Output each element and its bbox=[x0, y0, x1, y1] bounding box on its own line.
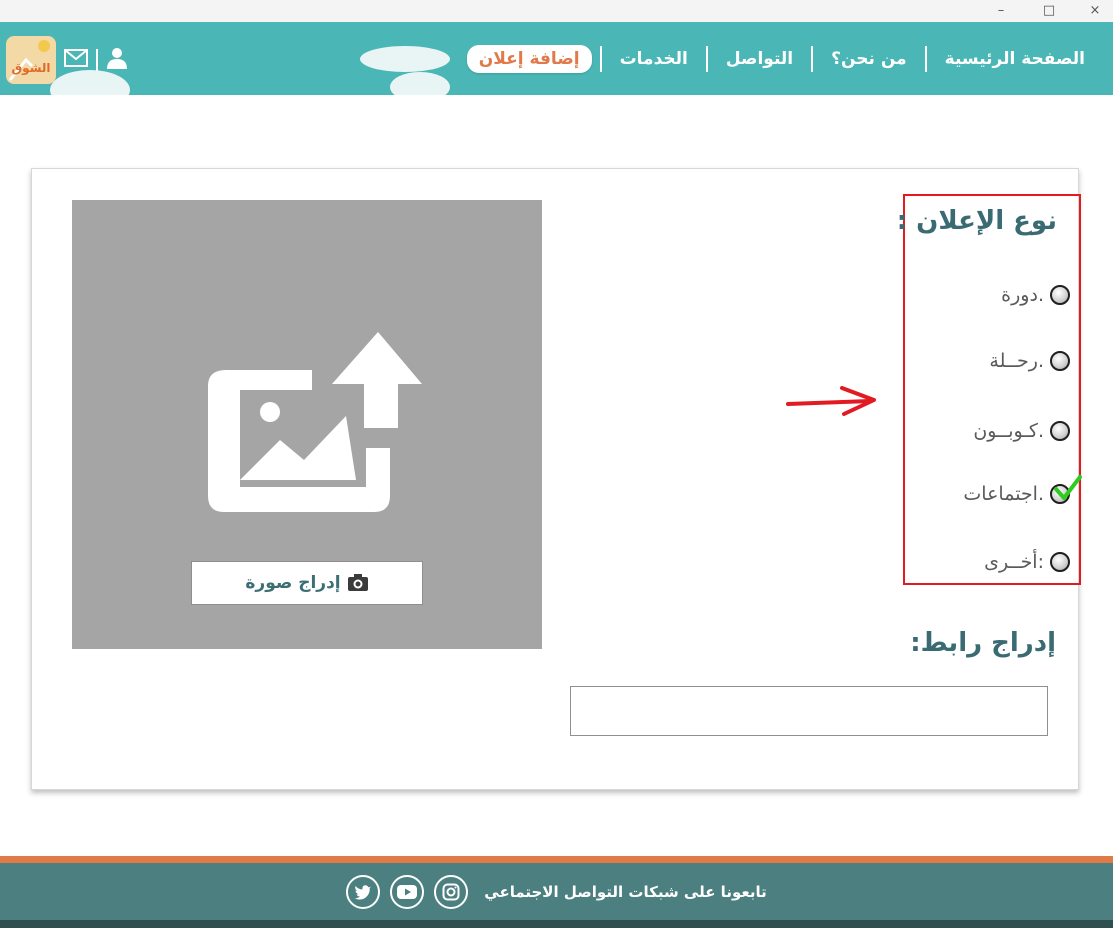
ad-type-highlight bbox=[903, 194, 1081, 585]
nav-divider bbox=[811, 46, 814, 72]
instagram-icon[interactable] bbox=[434, 874, 469, 909]
link-input[interactable] bbox=[570, 686, 1048, 736]
svg-text:الشوق: الشوق bbox=[11, 61, 50, 76]
nav-divider bbox=[924, 46, 927, 72]
header-divider bbox=[96, 49, 98, 71]
logo-graphic: الشوق bbox=[8, 40, 51, 81]
option-label: كـوبــون. bbox=[973, 420, 1044, 442]
footer-bottom-bar bbox=[0, 920, 1113, 928]
cloud-decoration bbox=[360, 46, 450, 72]
close-button[interactable]: × bbox=[1080, 0, 1110, 22]
youtube-icon[interactable] bbox=[390, 874, 425, 909]
option-label: اجتماعات. bbox=[963, 483, 1044, 505]
option-label: دورة. bbox=[1001, 284, 1044, 306]
header-actions: الشوق bbox=[6, 36, 128, 84]
footer-stripe bbox=[0, 856, 1113, 863]
option-trip[interactable]: رحــلة. bbox=[989, 346, 1070, 376]
nav-home[interactable]: الصفحة الرئيسية bbox=[935, 49, 1095, 69]
site-footer: تابعونا على شبكات التواصل الاجتماعي bbox=[0, 863, 1113, 920]
red-arrow-icon bbox=[786, 386, 876, 416]
ad-type-title: نوع الإعلان : bbox=[896, 206, 1057, 236]
minimize-button[interactable]: – bbox=[986, 0, 1016, 22]
radio-button-checked[interactable] bbox=[1050, 475, 1082, 504]
insert-image-label: إدراج صورة bbox=[245, 573, 341, 593]
radio-button[interactable] bbox=[1050, 421, 1070, 441]
nav-divider bbox=[705, 46, 708, 72]
follow-text: تابعونا على شبكات التواصل الاجتماعي bbox=[484, 882, 767, 901]
site-header: الصفحة الرئيسية من نحن؟ التواصل الخدمات … bbox=[0, 22, 1113, 95]
nav-add-ad[interactable]: إضافة إعلان bbox=[466, 45, 592, 73]
option-label: أخــرى: bbox=[984, 551, 1044, 573]
option-coupon[interactable]: كـوبــون. bbox=[973, 416, 1070, 446]
image-upload-icon bbox=[208, 332, 422, 512]
twitter-icon[interactable] bbox=[346, 874, 381, 909]
checkmark-icon bbox=[1054, 475, 1082, 500]
maximize-button[interactable]: □ bbox=[1034, 0, 1064, 22]
option-other[interactable]: أخــرى: bbox=[984, 547, 1070, 577]
insert-link-title: إدراج رابط: bbox=[910, 628, 1056, 658]
mail-icon[interactable] bbox=[64, 49, 88, 71]
image-upload-panel[interactable]: إدراج صورة bbox=[72, 200, 542, 649]
window-titlebar: – □ × bbox=[0, 0, 1113, 23]
radio-button[interactable] bbox=[1050, 351, 1070, 371]
insert-image-button[interactable]: إدراج صورة bbox=[191, 561, 423, 605]
nav-about[interactable]: من نحن؟ bbox=[821, 49, 917, 69]
site-logo[interactable]: الشوق bbox=[6, 36, 56, 84]
main-nav: الصفحة الرئيسية من نحن؟ التواصل الخدمات … bbox=[466, 40, 1095, 78]
radio-button[interactable] bbox=[1050, 285, 1070, 305]
nav-divider bbox=[599, 46, 602, 72]
nav-contact[interactable]: التواصل bbox=[716, 49, 803, 69]
option-meetings[interactable]: اجتماعات. bbox=[963, 475, 1082, 509]
camera-icon bbox=[347, 574, 368, 591]
cloud-decoration bbox=[390, 72, 450, 95]
option-label: رحــلة. bbox=[989, 350, 1044, 372]
option-course[interactable]: دورة. bbox=[1001, 280, 1070, 310]
nav-services[interactable]: الخدمات bbox=[610, 49, 698, 69]
radio-button[interactable] bbox=[1050, 552, 1070, 572]
user-icon[interactable] bbox=[106, 47, 128, 73]
